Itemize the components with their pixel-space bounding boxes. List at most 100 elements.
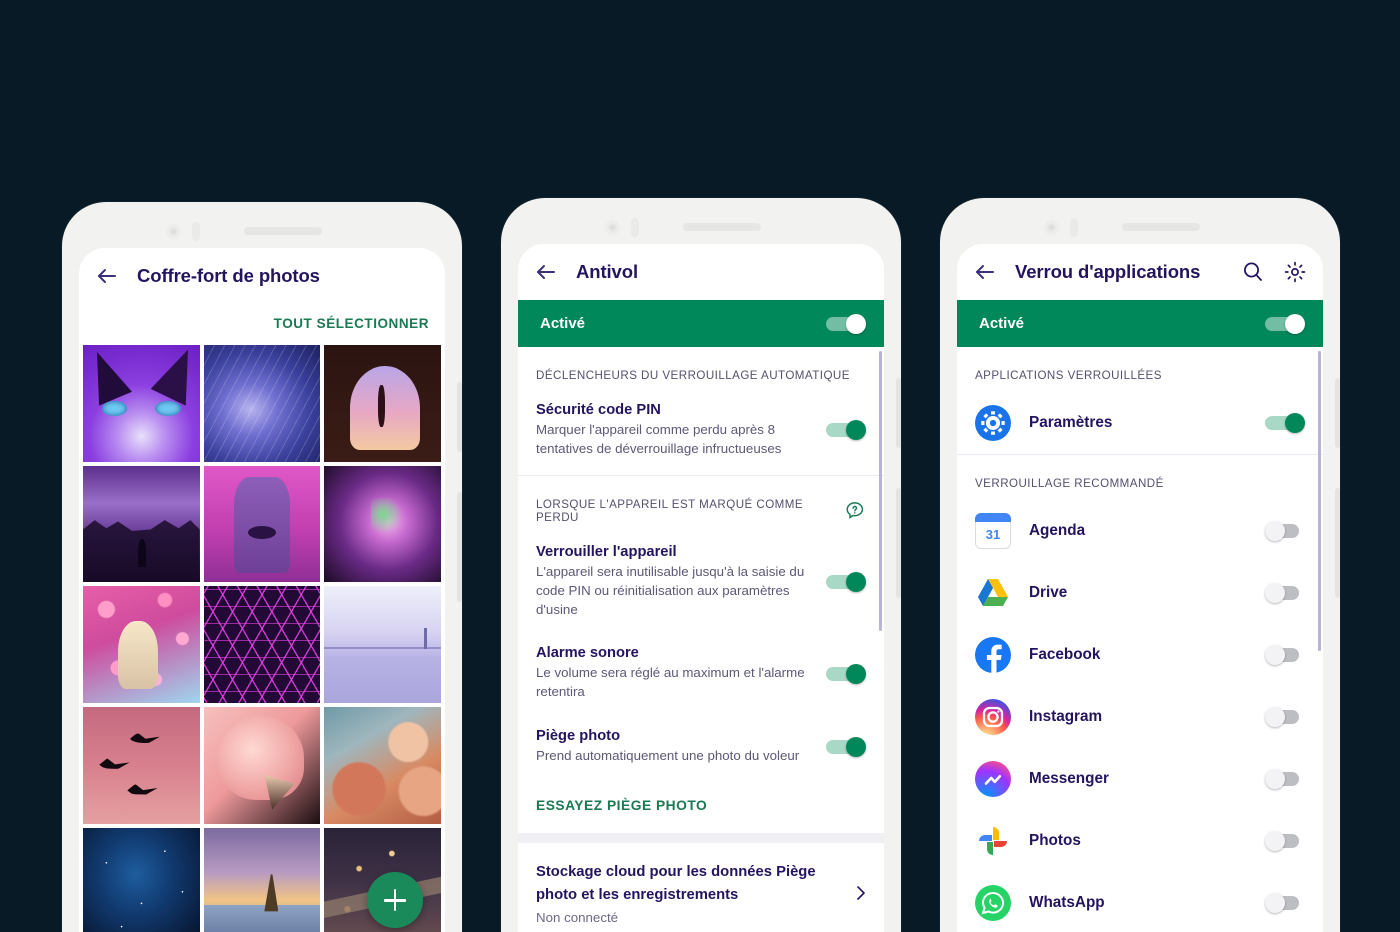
app-row-agenda[interactable]: 31 Agenda bbox=[957, 500, 1323, 562]
enabled-label: Activé bbox=[540, 315, 586, 332]
setting-row-pin-security[interactable]: Sécurité code PIN Marquer l'appareil com… bbox=[518, 392, 884, 475]
earpiece-speaker bbox=[683, 223, 761, 231]
instagram-app-toggle[interactable] bbox=[1265, 707, 1305, 727]
photo-thumbnail[interactable] bbox=[203, 827, 321, 932]
antitheft-screen: Antivol Activé DÉCLENCHEURS DU VERROUILL… bbox=[518, 244, 884, 932]
setting-subtitle: L'appareil sera inutilisable jusqu'à la … bbox=[536, 563, 805, 617]
photo-thumbnail[interactable] bbox=[324, 465, 441, 583]
help-bubble-icon[interactable] bbox=[844, 500, 866, 522]
volume-button[interactable] bbox=[457, 382, 462, 452]
photo-thumbnail[interactable] bbox=[83, 707, 200, 824]
app-name: Agenda bbox=[1029, 522, 1086, 539]
app-row-messenger[interactable]: Messenger bbox=[957, 748, 1323, 810]
photo-thumbnail[interactable] bbox=[324, 707, 441, 824]
cloud-storage-title: Stockage cloud pour les données Piège ph… bbox=[536, 864, 816, 903]
phone-sensor-strip bbox=[62, 202, 462, 254]
app-name: Facebook bbox=[1029, 646, 1101, 663]
antitheft-scroll-area: DÉCLENCHEURS DU VERROUILLAGE AUTOMATIQUE… bbox=[518, 347, 884, 932]
app-row-drive[interactable]: Drive bbox=[957, 562, 1323, 624]
setting-title: Sécurité code PIN bbox=[536, 402, 661, 418]
lock-device-toggle[interactable] bbox=[826, 571, 866, 592]
photo-thumbnail[interactable] bbox=[83, 827, 200, 932]
front-camera-icon bbox=[1044, 220, 1059, 235]
proximity-sensor-icon bbox=[1070, 218, 1078, 237]
app-row-instagram[interactable]: Instagram bbox=[957, 686, 1323, 748]
app-lock-appbar: Verrou d'applications bbox=[957, 244, 1323, 300]
add-photo-fab[interactable] bbox=[367, 872, 423, 928]
photo-thumbnail[interactable] bbox=[203, 707, 321, 824]
power-button[interactable] bbox=[896, 488, 901, 598]
scrollbar-thumb[interactable] bbox=[879, 351, 882, 631]
setting-row-siren[interactable]: Alarme sonore Le volume sera réglé au ma… bbox=[518, 635, 884, 718]
section-header-locked-apps: APPLICATIONS VERROUILLÉES bbox=[975, 369, 1162, 382]
proximity-sensor-icon bbox=[631, 218, 639, 237]
cloud-storage-row[interactable]: Stockage cloud pour les données Piège ph… bbox=[518, 843, 884, 932]
proximity-sensor-icon bbox=[192, 222, 200, 241]
power-button[interactable] bbox=[457, 492, 462, 602]
arrow-left-icon[interactable] bbox=[973, 260, 997, 284]
photo-thumbnail[interactable] bbox=[83, 465, 200, 583]
app-row-facebook[interactable]: Facebook bbox=[957, 624, 1323, 686]
app-lock-enabled-bar[interactable]: Activé bbox=[957, 300, 1323, 347]
setting-row-photo-trap[interactable]: Piège photo Prend automatiquement une ph… bbox=[518, 718, 884, 782]
pin-security-toggle[interactable] bbox=[826, 420, 866, 441]
gear-icon[interactable] bbox=[1283, 260, 1307, 284]
photos-app-toggle[interactable] bbox=[1265, 831, 1305, 851]
app-row-whatsapp[interactable]: WhatsApp bbox=[957, 872, 1323, 932]
app-name: Photos bbox=[1029, 832, 1081, 849]
photo-vault-appbar: Coffre-fort de photos bbox=[79, 248, 445, 304]
power-button[interactable] bbox=[1335, 488, 1340, 598]
setting-subtitle: Marquer l'appareil comme perdu après 8 t… bbox=[536, 422, 782, 456]
whatsapp-app-toggle[interactable] bbox=[1265, 893, 1305, 913]
cloud-storage-status: Non connecté bbox=[536, 909, 619, 925]
arrow-left-icon[interactable] bbox=[534, 260, 558, 284]
antitheft-master-toggle[interactable] bbox=[826, 313, 866, 334]
setting-subtitle: Prend automatiquement une photo du voleu… bbox=[536, 748, 800, 764]
drive-app-toggle[interactable] bbox=[1265, 583, 1305, 603]
volume-button[interactable] bbox=[1335, 378, 1340, 448]
instagram-icon bbox=[975, 699, 1011, 735]
photo-thumbnail[interactable] bbox=[203, 465, 321, 583]
facebook-app-toggle[interactable] bbox=[1265, 645, 1305, 665]
section-gap bbox=[518, 833, 884, 843]
section-header-recommended-lock: VERROUILLAGE RECOMMANDÉ bbox=[975, 477, 1164, 490]
front-camera-icon bbox=[605, 220, 620, 235]
photo-vault-screen: Coffre-fort de photos TOUT SÉLECTIONNER bbox=[79, 248, 445, 932]
enabled-label: Activé bbox=[979, 315, 1025, 332]
volume-button[interactable] bbox=[896, 378, 901, 448]
photo-thumbnail[interactable] bbox=[203, 345, 321, 462]
antitheft-appbar: Antivol bbox=[518, 244, 884, 300]
photo-thumbnail[interactable] bbox=[83, 586, 200, 704]
photo-thumbnail[interactable] bbox=[324, 586, 441, 704]
app-lock-master-toggle[interactable] bbox=[1265, 313, 1305, 334]
phone-sensor-strip bbox=[940, 198, 1340, 250]
earpiece-speaker bbox=[244, 227, 322, 235]
setting-row-lock-device[interactable]: Verrouiller l'appareil L'appareil sera i… bbox=[518, 534, 884, 636]
photo-thumbnail[interactable] bbox=[324, 345, 441, 462]
antitheft-enabled-bar[interactable]: Activé bbox=[518, 300, 884, 347]
photo-thumbnail[interactable] bbox=[203, 586, 321, 704]
app-row-settings[interactable]: Paramètres bbox=[957, 392, 1323, 454]
arrow-left-icon[interactable] bbox=[95, 264, 119, 288]
messenger-app-toggle[interactable] bbox=[1265, 769, 1305, 789]
app-row-photos[interactable]: Photos bbox=[957, 810, 1323, 872]
settings-app-toggle[interactable] bbox=[1265, 413, 1305, 433]
setting-title: Alarme sonore bbox=[536, 645, 639, 662]
screenshot-stage: Coffre-fort de photos TOUT SÉLECTIONNER bbox=[0, 0, 1400, 932]
photo-grid bbox=[79, 345, 445, 932]
setting-title: Piège photo bbox=[536, 728, 621, 745]
scrollbar-thumb[interactable] bbox=[1318, 351, 1321, 651]
search-icon[interactable] bbox=[1241, 260, 1265, 284]
app-lock-scroll-area: APPLICATIONS VERROUILLÉES Paramètres VER… bbox=[957, 347, 1323, 932]
photo-trap-toggle[interactable] bbox=[826, 737, 866, 758]
setting-subtitle: Le volume sera réglé au maximum et l'ala… bbox=[536, 665, 805, 700]
try-photo-trap-link[interactable]: ESSAYEZ PIÈGE PHOTO bbox=[518, 782, 884, 833]
siren-toggle[interactable] bbox=[826, 663, 866, 684]
google-calendar-icon: 31 bbox=[975, 513, 1011, 549]
agenda-app-toggle[interactable] bbox=[1265, 521, 1305, 541]
select-all-button[interactable]: TOUT SÉLECTIONNER bbox=[79, 304, 445, 345]
phone-photo-vault: Coffre-fort de photos TOUT SÉLECTIONNER bbox=[62, 202, 462, 932]
photo-thumbnail[interactable] bbox=[83, 345, 200, 462]
messenger-icon bbox=[975, 761, 1011, 797]
google-drive-icon bbox=[975, 575, 1011, 611]
